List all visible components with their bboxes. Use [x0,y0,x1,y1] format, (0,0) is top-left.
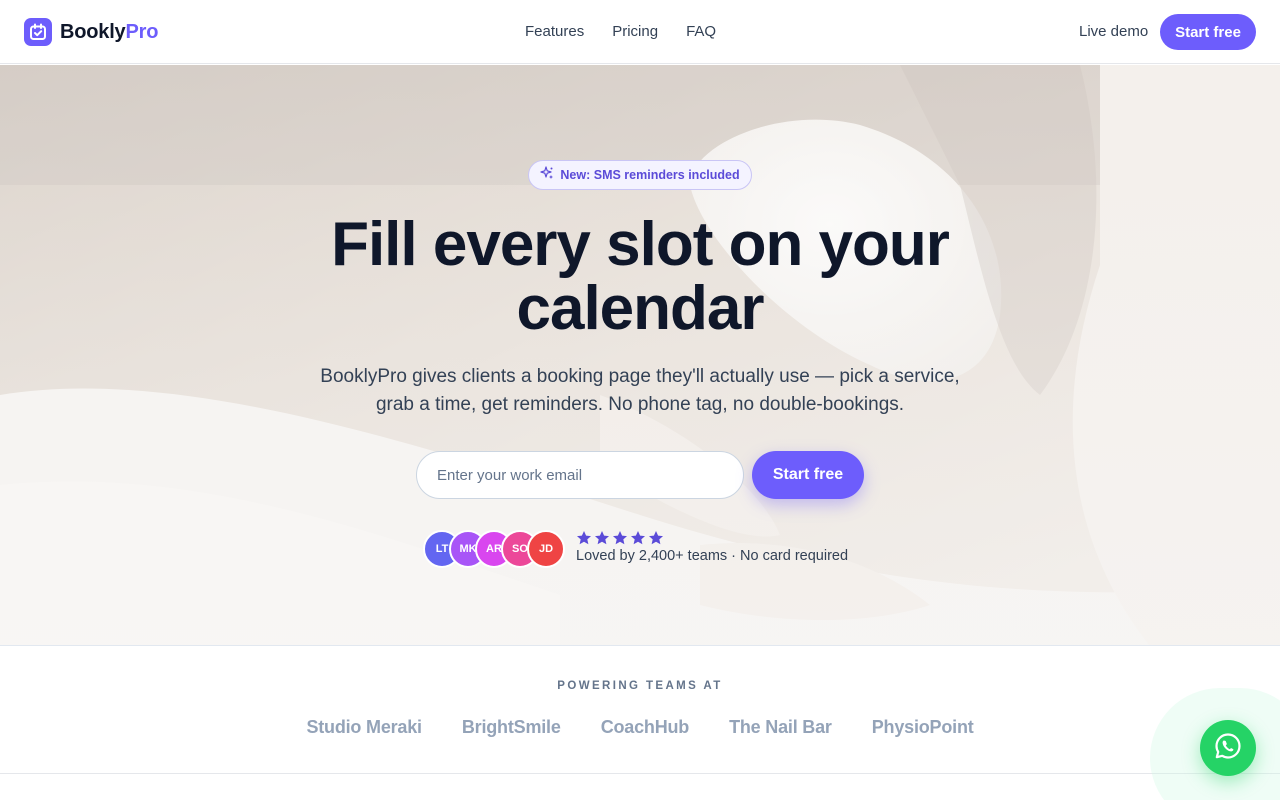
logos-label: POWERING TEAMS AT [557,680,723,692]
subtext-line-2: grab a time, get reminders. No phone tag… [375,394,905,415]
main-nav: Features Pricing FAQ [525,22,716,42]
email-input[interactable] [416,451,744,499]
headline-line-2: calendar [516,274,764,343]
header-start-free-button[interactable]: Start free [1160,14,1256,50]
rating-stars [576,530,664,546]
whatsapp-chat-button[interactable] [1200,720,1256,776]
star-icon [613,531,627,545]
hero-subtext: BooklyPro gives clients a booking page t… [290,363,990,419]
star-icon [577,531,591,545]
nav-link-features[interactable]: Features [525,22,584,42]
customer-logo: BrightSmile [461,717,561,737]
site-header: BooklyPro Features Pricing FAQ Live demo… [0,0,1280,64]
customer-avatars: LT MK AR SO JD [423,530,573,568]
customer-logos-section: POWERING TEAMS AT Studio Meraki BrightSm… [0,646,1280,774]
brand-name: BooklyPro [60,21,158,44]
live-demo-link[interactable]: Live demo [1079,22,1148,42]
star-icon [649,531,663,545]
customer-logo: The Nail Bar [729,717,832,737]
star-icon [595,531,609,545]
star-icon [631,531,645,545]
subtext-line-1: BooklyPro gives clients a booking page t… [320,366,960,387]
hero-headline: Fill every slot on your calendar [240,213,1040,341]
sparkle-icon [540,165,554,185]
customer-logo: PhysioPoint [871,717,974,737]
whatsapp-icon [1213,731,1243,766]
avatar: JD [527,530,565,568]
social-proof-text: Loved by 2,400+ teams · No card required [576,548,849,564]
badge-text: New: SMS reminders included [560,168,740,182]
brand-name-accent: Pro [125,20,159,43]
announcement-badge[interactable]: New: SMS reminders included [528,160,752,190]
brand-name-main: Bookly [60,20,126,43]
nav-link-faq[interactable]: FAQ [686,22,716,42]
headline-line-1: Fill every slot on your [331,210,950,279]
customer-logo: Studio Meraki [306,717,422,737]
hero-section: New: SMS reminders included Fill every s… [0,65,1280,646]
logos-row: Studio Meraki BrightSmile CoachHub The N… [0,717,1280,738]
calendar-check-icon [24,18,52,46]
nav-link-pricing[interactable]: Pricing [612,22,658,42]
hero-start-free-button[interactable]: Start free [752,451,864,499]
brand-logo-link[interactable]: BooklyPro [24,18,158,46]
customer-logo: CoachHub [600,717,690,737]
